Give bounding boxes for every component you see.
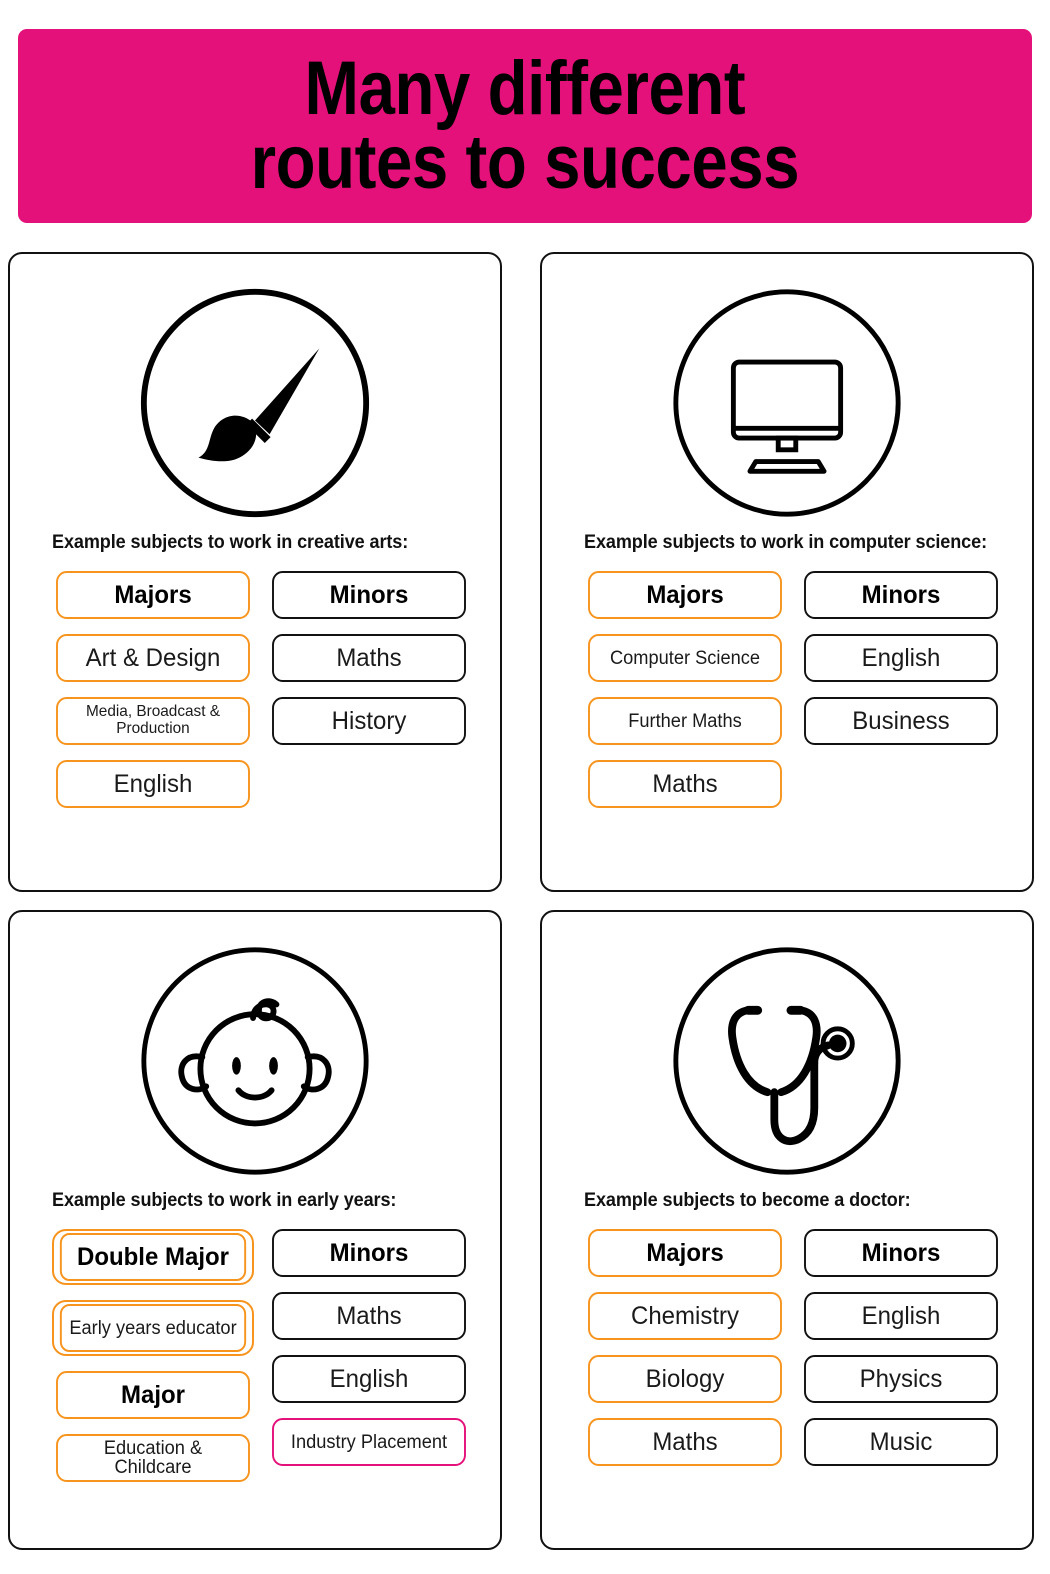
infographic-page: Many different routes to success Example… bbox=[0, 0, 1050, 1574]
card-early-years: Example subjects to work in early years:… bbox=[8, 910, 502, 1550]
major-item[interactable]: Maths bbox=[588, 1418, 782, 1466]
card-heading: Example subjects to work in early years: bbox=[52, 1190, 397, 1211]
major-item[interactable]: Chemistry bbox=[588, 1292, 782, 1340]
header-banner: Many different routes to success bbox=[18, 29, 1032, 223]
majors-header: Majors bbox=[56, 571, 250, 619]
minors-column: Minors Maths English Industry Placement bbox=[268, 1229, 470, 1482]
card-heading: Example subjects to work in creative art… bbox=[52, 532, 409, 553]
card-creative-arts: Example subjects to work in creative art… bbox=[8, 252, 502, 892]
major-item[interactable]: Maths bbox=[588, 760, 782, 808]
minors-header: Minors bbox=[804, 571, 998, 619]
major-item[interactable]: Further Maths bbox=[588, 697, 782, 745]
major-item[interactable]: Biology bbox=[588, 1355, 782, 1403]
icon-container bbox=[542, 254, 1032, 530]
majors-header: Majors bbox=[588, 571, 782, 619]
minor-item[interactable]: English bbox=[272, 1355, 466, 1403]
minors-column: Minors Maths History bbox=[268, 571, 470, 808]
subject-columns: Majors Computer Science Further Maths Ma… bbox=[584, 571, 1032, 808]
majors-header: Majors bbox=[588, 1229, 782, 1277]
major-item[interactable]: Education & Childcare bbox=[56, 1434, 250, 1482]
baby-face-icon bbox=[141, 947, 369, 1175]
major-item-wrapper[interactable]: Early years educator bbox=[52, 1300, 254, 1356]
majors-column: Majors Chemistry Biology Maths bbox=[584, 1229, 786, 1466]
majors-column: Majors Art & Design Media, Broadcast & P… bbox=[52, 571, 254, 808]
minors-header: Minors bbox=[272, 571, 466, 619]
card-doctor: Example subjects to become a doctor: Maj… bbox=[540, 910, 1034, 1550]
minors-header: Minors bbox=[272, 1229, 466, 1277]
minor-item[interactable]: English bbox=[804, 1292, 998, 1340]
page-title: Many different routes to success bbox=[250, 45, 800, 205]
subject-columns: Majors Chemistry Biology Maths Minors En… bbox=[584, 1229, 1032, 1466]
minor-item[interactable]: Maths bbox=[272, 634, 466, 682]
major-item[interactable]: Media, Broadcast & Production bbox=[56, 697, 250, 745]
stethoscope-icon bbox=[673, 947, 901, 1175]
major-item[interactable]: English bbox=[56, 760, 250, 808]
paintbrush-icon bbox=[140, 288, 370, 518]
icon-container bbox=[10, 254, 500, 530]
major-item[interactable]: Art & Design bbox=[56, 634, 250, 682]
card-heading: Example subjects to work in computer sci… bbox=[584, 532, 987, 553]
minor-item[interactable]: Music bbox=[804, 1418, 998, 1466]
minor-item[interactable]: Maths bbox=[272, 1292, 466, 1340]
double-major-header-wrapper: Double Major bbox=[52, 1229, 254, 1285]
subject-columns: Double Major Early years educator Major … bbox=[52, 1229, 500, 1482]
card-heading: Example subjects to become a doctor: bbox=[584, 1190, 911, 1211]
subject-columns: Majors Art & Design Media, Broadcast & P… bbox=[52, 571, 500, 808]
minor-item[interactable]: Physics bbox=[804, 1355, 998, 1403]
minor-item[interactable]: Business bbox=[804, 697, 998, 745]
icon-container bbox=[10, 912, 500, 1188]
card-computer-science: Example subjects to work in computer sci… bbox=[540, 252, 1034, 892]
major-item[interactable]: Early years educator bbox=[59, 1304, 247, 1352]
card-grid: Example subjects to work in creative art… bbox=[8, 252, 1034, 1550]
industry-placement-item[interactable]: Industry Placement bbox=[272, 1418, 466, 1466]
minors-column: Minors English Business bbox=[800, 571, 1002, 808]
major-header: Major bbox=[56, 1371, 250, 1419]
minor-item[interactable]: English bbox=[804, 634, 998, 682]
monitor-icon bbox=[673, 289, 901, 517]
minors-header: Minors bbox=[804, 1229, 998, 1277]
minors-column: Minors English Physics Music bbox=[800, 1229, 1002, 1466]
double-major-header: Double Major bbox=[59, 1233, 247, 1281]
majors-column: Double Major Early years educator Major … bbox=[52, 1229, 254, 1482]
major-item[interactable]: Computer Science bbox=[588, 634, 782, 682]
majors-column: Majors Computer Science Further Maths Ma… bbox=[584, 571, 786, 808]
minor-item[interactable]: History bbox=[272, 697, 466, 745]
icon-container bbox=[542, 912, 1032, 1188]
